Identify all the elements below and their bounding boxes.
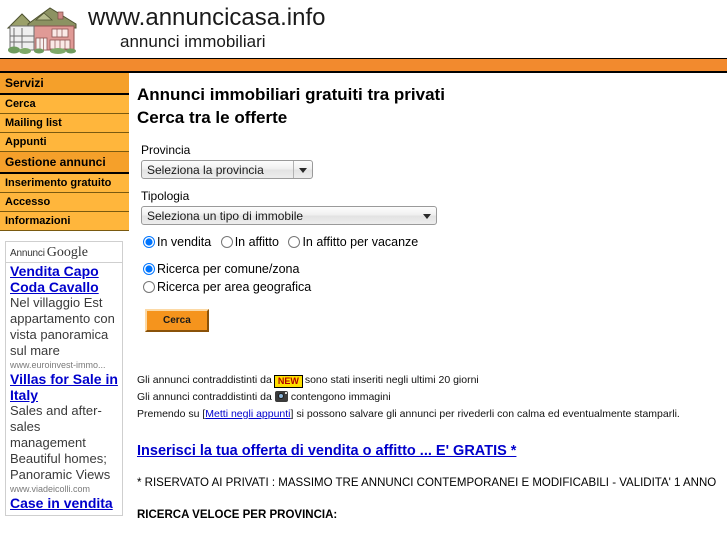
sidebar: Servizi Cerca Mailing list Appunti Gesti… [0, 73, 129, 516]
radio-ricerca-comune[interactable]: Ricerca per comune/zona [143, 262, 299, 276]
provincia-label: Provincia [141, 143, 191, 157]
radio-in-affitto-input[interactable] [220, 236, 233, 248]
radio-ricerca-comune-input[interactable] [143, 263, 155, 275]
ad-unit: Vendita Capo Coda Cavallo Nel villaggio … [6, 263, 122, 371]
sidebar-heading-gestione-annunci: Gestione annunci [0, 152, 129, 174]
radio-ricerca-comune-label: Ricerca per comune/zona [157, 262, 300, 276]
radio-in-affitto-vacanze[interactable]: In affitto per vacanze [288, 235, 418, 249]
ads-box-header: Annunci Google [6, 242, 122, 263]
house-logo-icon [6, 2, 78, 54]
tipologia-select-wrapper[interactable]: Seleziona un tipo di immobile [137, 206, 437, 225]
radio-ricerca-area-input[interactable] [143, 281, 155, 293]
ad-title-link[interactable]: Villas for Sale in Italy [10, 371, 118, 403]
note-appunti-line: Premendo su [Metti negli appunti] si pos… [137, 406, 717, 423]
radio-in-affitto-label: In affitto [234, 235, 279, 249]
inserisci-offerta-link[interactable]: Inserisci la tua offerta di vendita o af… [137, 443, 717, 459]
sidebar-item-cerca[interactable]: Cerca [0, 95, 129, 114]
radio-in-affitto[interactable]: In affitto [220, 235, 283, 249]
ad-url: www.euroinvest-immo... [10, 360, 106, 370]
sidebar-item-inserimento-gratuito[interactable]: Inserimento gratuito [0, 174, 129, 193]
google-ads-box: Annunci Google Vendita Capo Coda Cavallo … [5, 241, 123, 516]
radio-in-vendita-label: In vendita [157, 235, 212, 249]
search-mode-radio-group: Ricerca per comune/zona [143, 261, 717, 277]
sidebar-item-appunti[interactable]: Appunti [0, 133, 129, 152]
ad-unit: Case in vendita [6, 495, 122, 511]
legend-notes: Gli annunci contraddistinti da NEW sono st… [137, 372, 717, 423]
page-title: Annunci immobiliari gratuiti tra privati… [137, 83, 717, 129]
ad-title-link[interactable]: Vendita Capo Coda Cavallo [10, 263, 118, 295]
provincia-select-wrapper[interactable]: Seleziona la provincia [137, 160, 313, 179]
radio-in-vendita-input[interactable] [143, 236, 155, 248]
ad-title-link[interactable]: Case in vendita [10, 495, 118, 511]
note-new-line: Gli annunci contraddistinti da NEW sono st… [137, 372, 717, 389]
note-camera-line: Gli annunci contraddistinti da contengono… [137, 389, 717, 406]
tipologia-select[interactable]: Seleziona un tipo di immobile [141, 206, 437, 225]
note-appunti-pre: Premendo su [ [137, 408, 206, 420]
google-wordmark: Google [46, 245, 88, 260]
metti-negli-appunti-link[interactable]: Metti negli appunti [205, 408, 290, 420]
camera-icon [274, 391, 288, 402]
sidebar-item-informazioni[interactable]: Informazioni [0, 212, 129, 231]
provincia-select[interactable]: Seleziona la provincia [141, 160, 313, 179]
site-title: www.annuncicasa.info [88, 4, 326, 31]
new-badge-icon: NEW [273, 375, 303, 388]
radio-in-affitto-vacanze-label: In affitto per vacanze [302, 235, 419, 249]
radio-in-affitto-vacanze-input[interactable] [288, 236, 301, 248]
contract-type-radio-group: In vendita In affitto In affitto per vac… [143, 234, 717, 250]
ad-url: www.viadeicolli.com [10, 484, 91, 494]
sidebar-item-accesso[interactable]: Accesso [0, 193, 129, 212]
search-mode-radio-group-second: Ricerca per area geografica [143, 279, 717, 295]
ad-unit: Villas for Sale in Italy Sales and after… [6, 371, 122, 495]
ricerca-veloce-heading: RICERCA VELOCE PER PROVINCIA: [137, 509, 338, 521]
main-content: Annunci immobiliari gratuiti tra privati… [129, 73, 727, 521]
header-accent-bar [0, 58, 727, 73]
cerca-submit-button[interactable]: Cerca [145, 309, 209, 332]
site-header: www.annuncicasa.info annunci immobiliari [0, 0, 727, 58]
radio-in-vendita[interactable]: In vendita [143, 235, 215, 249]
ad-description: Nel villaggio Est appartamento con vista… [10, 295, 115, 358]
sidebar-heading-servizi: Servizi [0, 73, 129, 95]
page-title-line2: Cerca tra le offerte [137, 108, 288, 127]
note-new-post: sono stati inseriti negli ultimi 20 gior… [304, 374, 479, 386]
ads-header-label: Annunci [10, 248, 45, 259]
radio-ricerca-area-label: Ricerca per area geografica [157, 280, 312, 294]
note-new-pre: Gli annunci contraddistinti da [137, 374, 272, 386]
note-appunti-post: ] si possono salvare gli annunci per riv… [290, 408, 680, 420]
ad-description: Sales and after-sales management Beautif… [10, 403, 111, 482]
disclaimer-text: * RISERVATO AI PRIVATI : MASSIMO TRE ANN… [137, 477, 717, 489]
page-title-line1: Annunci immobiliari gratuiti tra privati [137, 85, 445, 104]
radio-ricerca-area[interactable]: Ricerca per area geografica [143, 280, 311, 294]
tipologia-label: Tipologia [141, 189, 190, 203]
note-camera-pre: Gli annunci contraddistinti da [137, 391, 272, 403]
site-subtitle: annunci immobiliari [120, 32, 266, 51]
sidebar-item-mailing-list[interactable]: Mailing list [0, 114, 129, 133]
note-camera-post: contengono immagini [290, 391, 391, 403]
